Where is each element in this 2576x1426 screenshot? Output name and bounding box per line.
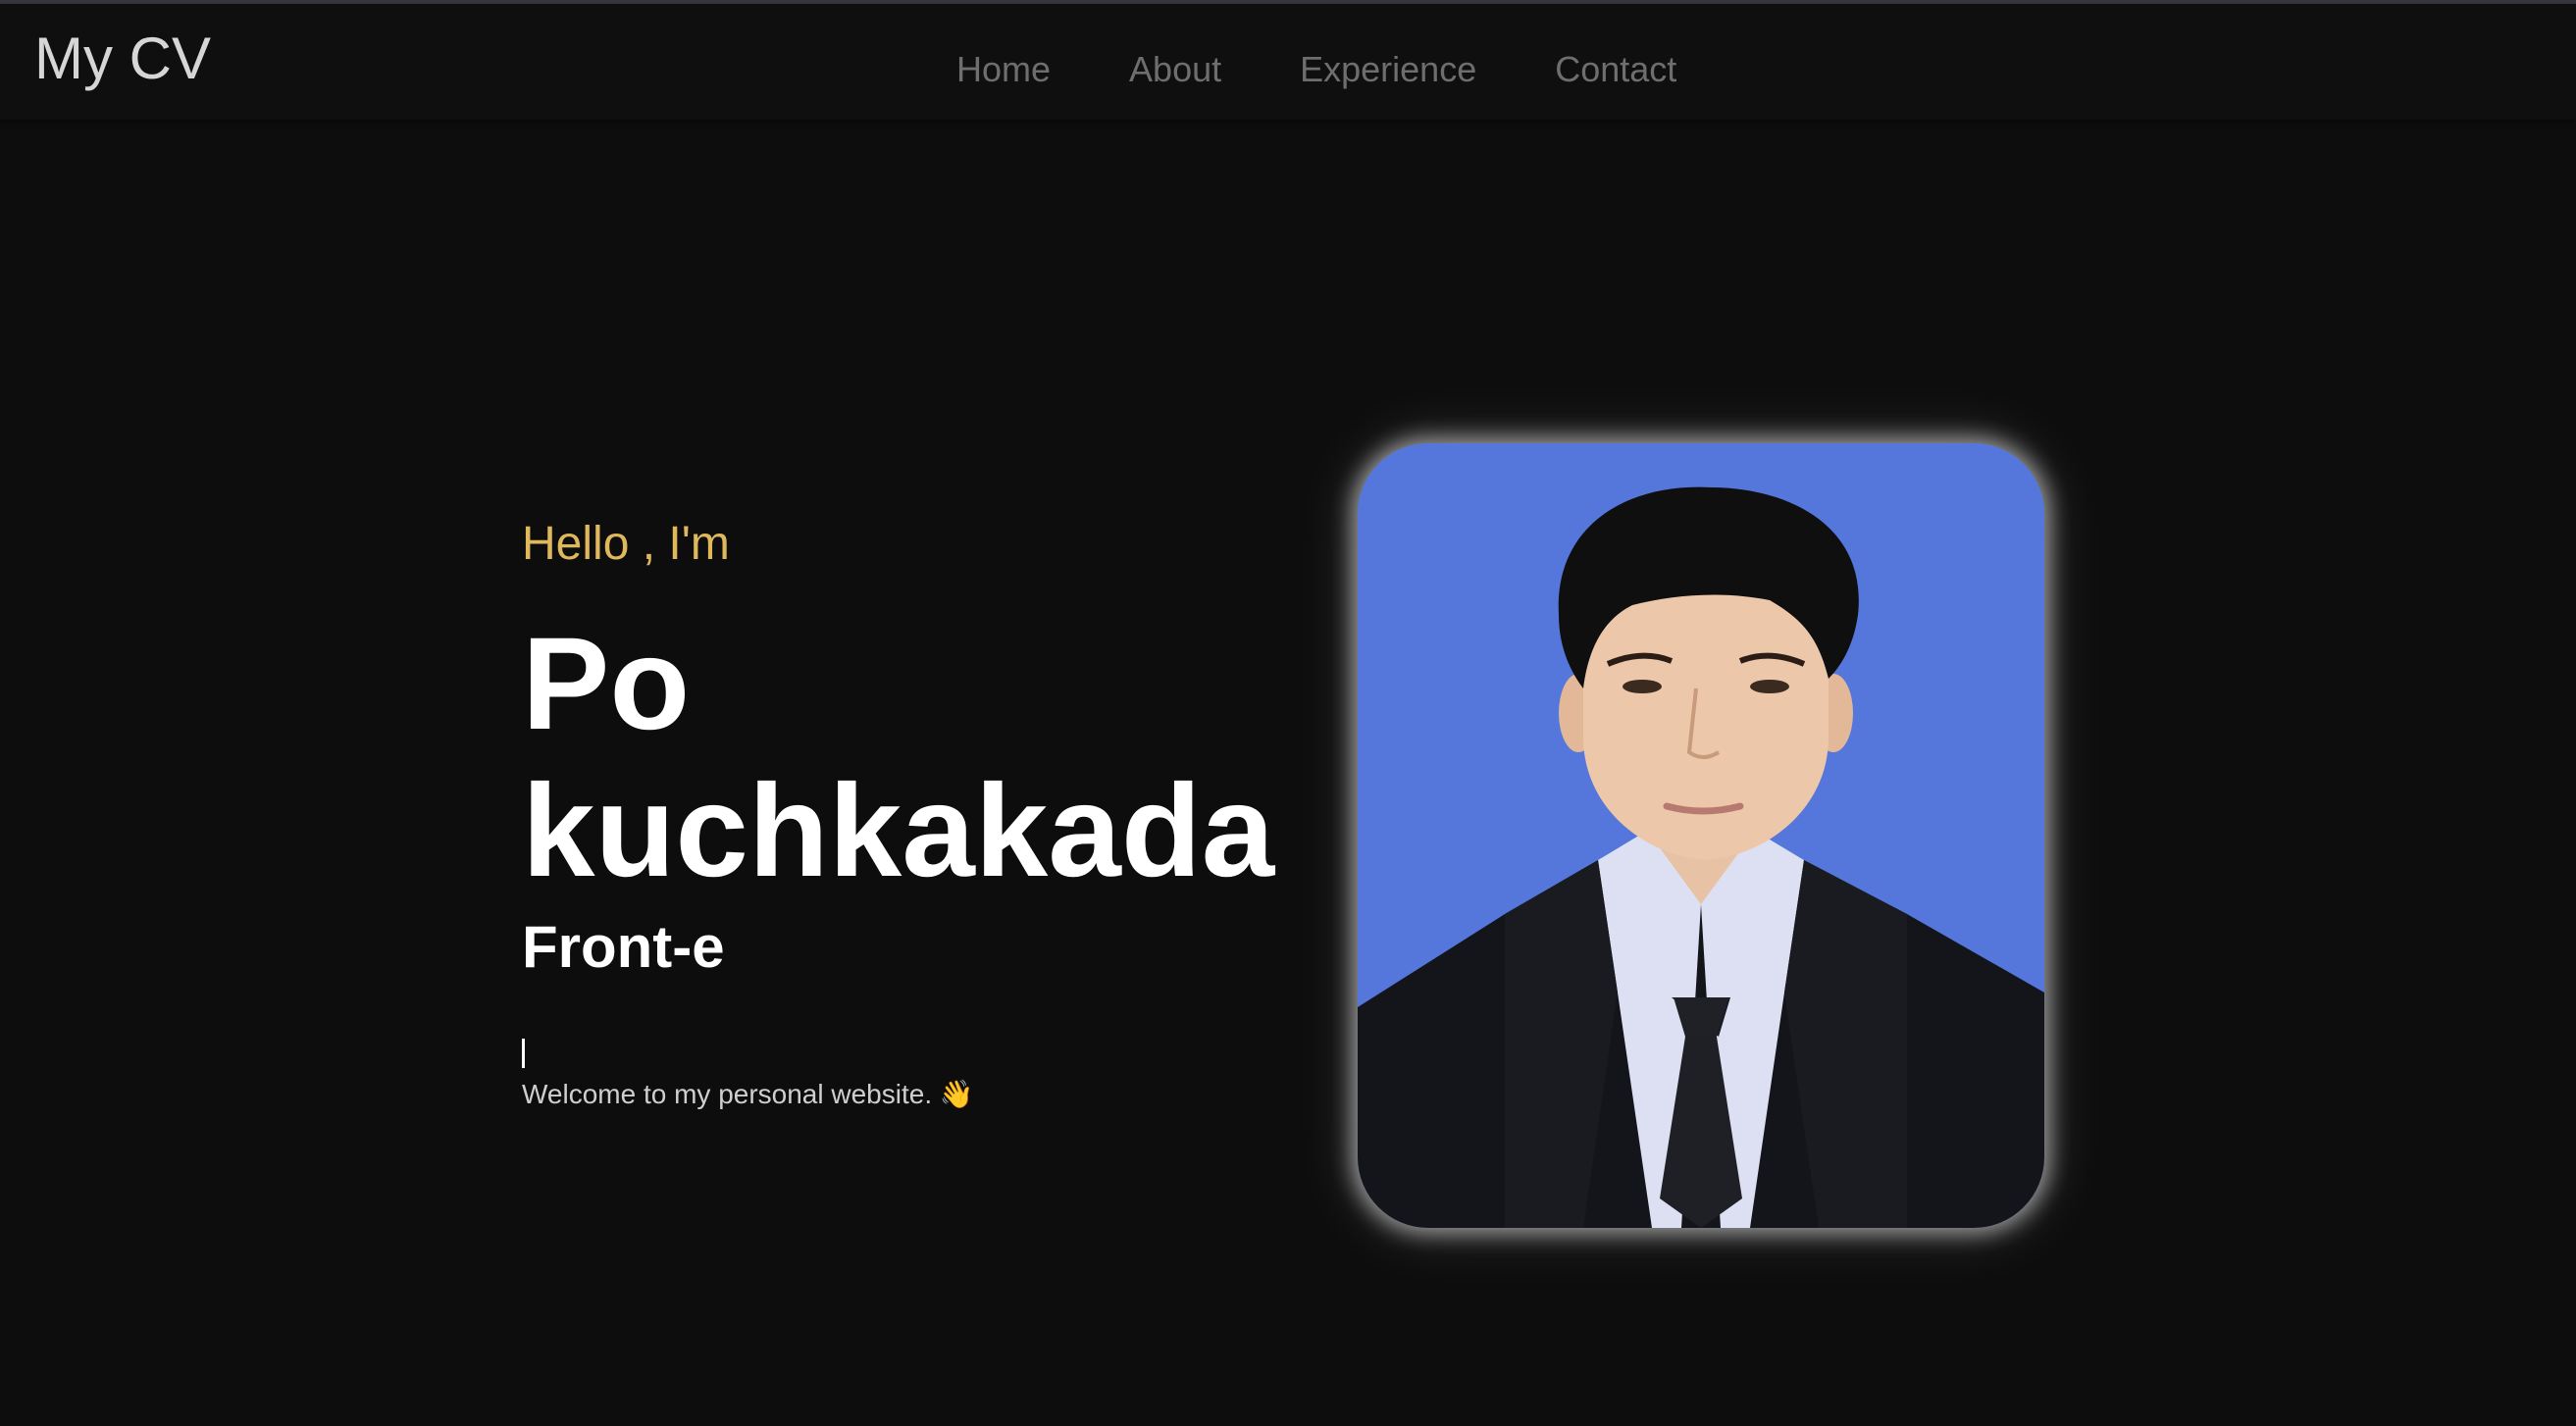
nav-experience[interactable]: Experience bbox=[1300, 52, 1476, 87]
greeting-text: Hello , I'm bbox=[522, 518, 730, 570]
role-typing-text: Front-e bbox=[522, 914, 725, 980]
portrait-illustration bbox=[1358, 443, 2044, 1228]
welcome-text: Welcome to my personal website. 👋 bbox=[522, 1079, 974, 1109]
nav-contact[interactable]: Contact bbox=[1555, 52, 1676, 87]
hero-name: Po kuchkakada bbox=[522, 611, 1274, 905]
name-first: Po bbox=[522, 611, 691, 757]
nav-links: Home About Experience Contact bbox=[956, 52, 1676, 87]
nav-about[interactable]: About bbox=[1129, 52, 1221, 87]
profile-photo bbox=[1358, 443, 2044, 1228]
navbar: My CV Home About Experience Contact bbox=[0, 4, 2576, 120]
nav-home[interactable]: Home bbox=[956, 52, 1051, 87]
name-last: kuchkakada bbox=[522, 758, 1275, 904]
typing-cursor bbox=[522, 1039, 525, 1068]
hero-intro: Hello , I'm Po kuchkakada Front-e Welcom… bbox=[522, 515, 1274, 1111]
brand-logo[interactable]: My CV bbox=[34, 29, 211, 88]
